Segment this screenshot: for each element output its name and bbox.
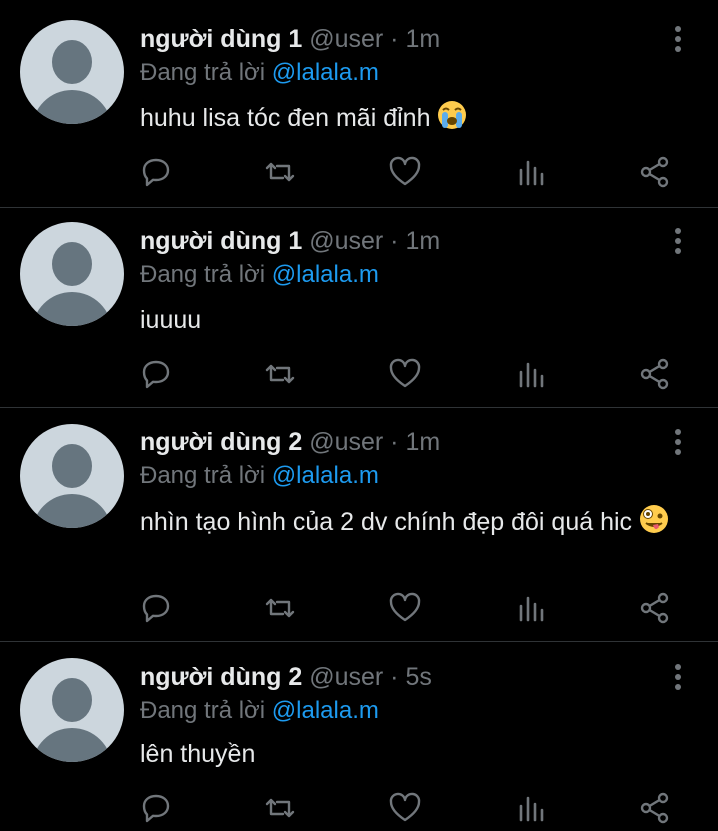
tweet-text: nhìn tạo hình của 2 dv chính đẹp đôi quá… — [140, 504, 700, 543]
replying-to: Đang trả lời @lalala.m — [140, 58, 379, 88]
handle[interactable]: @user — [309, 663, 383, 691]
mention-link[interactable]: @lalala.m — [272, 59, 379, 86]
retweet-icon[interactable] — [262, 154, 298, 190]
tweet-header: người dùng 1 @user · 1m — [140, 226, 440, 256]
replying-to-label: Đang trả lời — [140, 261, 266, 288]
analytics-icon[interactable] — [513, 154, 549, 190]
zany-face-icon — [639, 504, 669, 543]
more-options-icon[interactable] — [666, 662, 690, 692]
separator-dot: · — [390, 663, 399, 691]
separator-dot: · — [390, 227, 399, 255]
avatar[interactable] — [20, 222, 124, 326]
share-icon[interactable] — [637, 790, 673, 826]
more-options-icon[interactable] — [666, 427, 690, 457]
tweet[interactable]: người dùng 1 @user · 1m Đang trả lời @la… — [0, 0, 718, 208]
replying-to: Đang trả lời @lalala.m — [140, 696, 379, 726]
tweet[interactable]: người dùng 2 @user · 5s Đang trả lời @la… — [0, 642, 718, 831]
tweet-actions — [0, 356, 718, 396]
analytics-icon[interactable] — [513, 356, 549, 392]
share-icon[interactable] — [637, 356, 673, 392]
replying-to: Đang trả lời @lalala.m — [140, 461, 379, 491]
reply-icon[interactable] — [138, 590, 174, 626]
tweet-header: người dùng 2 @user · 5s — [140, 662, 432, 692]
display-name[interactable]: người dùng 1 — [140, 227, 302, 255]
reply-icon[interactable] — [138, 154, 174, 190]
avatar[interactable] — [20, 658, 124, 762]
replying-to-label: Đang trả lời — [140, 697, 266, 724]
loudly-crying-face-icon — [437, 100, 467, 139]
tweet-header: người dùng 2 @user · 1m — [140, 427, 440, 457]
like-icon[interactable] — [387, 590, 423, 626]
display-name[interactable]: người dùng 2 — [140, 663, 302, 691]
timestamp[interactable]: 1m — [405, 227, 440, 255]
tweet[interactable]: người dùng 1 @user · 1m Đang trả lời @la… — [0, 208, 718, 408]
tweet-text-body: iuuuu — [140, 306, 202, 334]
like-icon[interactable] — [387, 356, 423, 392]
mention-link[interactable]: @lalala.m — [272, 462, 379, 489]
tweet-text-body: nhìn tạo hình của 2 dv chính đẹp đôi quá… — [140, 508, 633, 536]
tweet-text: iuuuu — [140, 304, 700, 337]
mention-link[interactable]: @lalala.m — [272, 697, 379, 724]
tweet-actions — [0, 790, 718, 830]
display-name[interactable]: người dùng 1 — [140, 25, 302, 53]
like-icon[interactable] — [387, 154, 423, 190]
tweet-actions — [0, 154, 718, 194]
tweet-text: lên thuyền — [140, 738, 700, 771]
reply-feed: người dùng 1 @user · 1m Đang trả lời @la… — [0, 0, 718, 831]
analytics-icon[interactable] — [513, 790, 549, 826]
handle[interactable]: @user — [309, 227, 383, 255]
analytics-icon[interactable] — [513, 590, 549, 626]
share-icon[interactable] — [637, 154, 673, 190]
display-name[interactable]: người dùng 2 — [140, 428, 302, 456]
handle[interactable]: @user — [309, 25, 383, 53]
timestamp[interactable]: 5s — [405, 663, 431, 691]
separator-dot: · — [390, 428, 399, 456]
replying-to: Đang trả lời @lalala.m — [140, 260, 379, 290]
tweet-actions — [0, 590, 718, 630]
replying-to-label: Đang trả lời — [140, 59, 266, 86]
more-options-icon[interactable] — [666, 226, 690, 256]
tweet-header: người dùng 1 @user · 1m — [140, 24, 440, 54]
reply-icon[interactable] — [138, 790, 174, 826]
reply-icon[interactable] — [138, 356, 174, 392]
handle[interactable]: @user — [309, 428, 383, 456]
retweet-icon[interactable] — [262, 590, 298, 626]
mention-link[interactable]: @lalala.m — [272, 261, 379, 288]
timestamp[interactable]: 1m — [405, 428, 440, 456]
more-options-icon[interactable] — [666, 24, 690, 54]
like-icon[interactable] — [387, 790, 423, 826]
separator-dot: · — [390, 25, 399, 53]
tweet-text-body: huhu lisa tóc đen mãi đỉnh — [140, 104, 431, 132]
avatar[interactable] — [20, 424, 124, 528]
replying-to-label: Đang trả lời — [140, 462, 266, 489]
tweet-text-body: lên thuyền — [140, 740, 256, 768]
tweet-text: huhu lisa tóc đen mãi đỉnh — [140, 100, 700, 139]
avatar[interactable] — [20, 20, 124, 124]
timestamp[interactable]: 1m — [405, 25, 440, 53]
retweet-icon[interactable] — [262, 356, 298, 392]
tweet[interactable]: người dùng 2 @user · 1m Đang trả lời @la… — [0, 408, 718, 642]
share-icon[interactable] — [637, 590, 673, 626]
retweet-icon[interactable] — [262, 790, 298, 826]
